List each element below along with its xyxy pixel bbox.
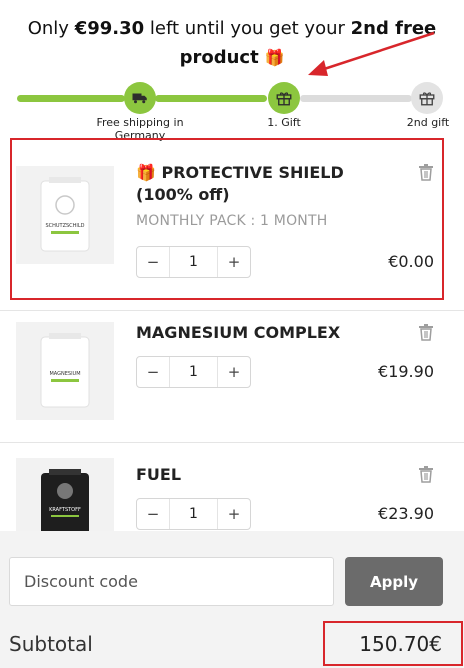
gift-icon: 🎁 (264, 48, 285, 67)
discount-code-input[interactable] (9, 557, 334, 606)
trash-icon[interactable] (418, 323, 434, 341)
highlight-box-subtotal (323, 621, 463, 666)
item-price: €23.90 (378, 504, 434, 523)
gift-icon (419, 92, 435, 106)
gift-icon (276, 92, 292, 106)
quantity-value[interactable]: 1 (169, 499, 218, 529)
increase-quantity-button[interactable]: + (218, 357, 250, 387)
milestone-label-gift-2: 2nd gift (406, 116, 450, 129)
progress-remaining (300, 95, 412, 102)
progress-fill-1 (17, 95, 125, 102)
banner-prefix: Only (27, 18, 75, 39)
progress-fill-2 (155, 95, 267, 102)
apply-discount-button[interactable]: Apply (345, 557, 443, 606)
product-image: KRAFTSTOFF (16, 458, 114, 531)
product-name[interactable]: MAGNESIUM COMPLEX (136, 322, 386, 344)
item-price: €19.90 (378, 362, 434, 381)
milestone-gift-1 (268, 82, 300, 114)
milestone-shipping (124, 82, 156, 114)
supplement-pouch-image: KRAFTSTOFF (41, 469, 89, 531)
milestone-label-gift-1: 1. Gift (267, 116, 301, 129)
highlight-box-item (10, 138, 444, 300)
product-image: MAGNESIUM (16, 322, 114, 420)
subtotal-label: Subtotal (9, 632, 93, 656)
package-label: KRAFTSTOFF (49, 507, 81, 513)
banner-amount: €99.30 (74, 18, 145, 39)
package-label: MAGNESIUM (49, 371, 80, 377)
cart-drawer: Only €99.30 left until you get your 2nd … (0, 0, 464, 668)
trash-icon[interactable] (418, 465, 434, 483)
quantity-stepper: − 1 + (136, 356, 251, 388)
annotation-arrow (308, 31, 435, 76)
truck-icon (132, 93, 147, 104)
decrease-quantity-button[interactable]: − (137, 357, 169, 387)
quantity-stepper: − 1 + (136, 498, 251, 530)
cart-item: MAGNESIUM MAGNESIUM COMPLEX − 1 + €19.90 (0, 311, 464, 441)
cart-item: KRAFTSTOFF FUEL − 1 + €23.90 (0, 443, 464, 531)
supplement-pouch-image: MAGNESIUM (40, 333, 90, 408)
decrease-quantity-button[interactable]: − (137, 499, 169, 529)
product-name[interactable]: FUEL (136, 464, 386, 486)
quantity-value[interactable]: 1 (169, 357, 218, 387)
increase-quantity-button[interactable]: + (218, 499, 250, 529)
